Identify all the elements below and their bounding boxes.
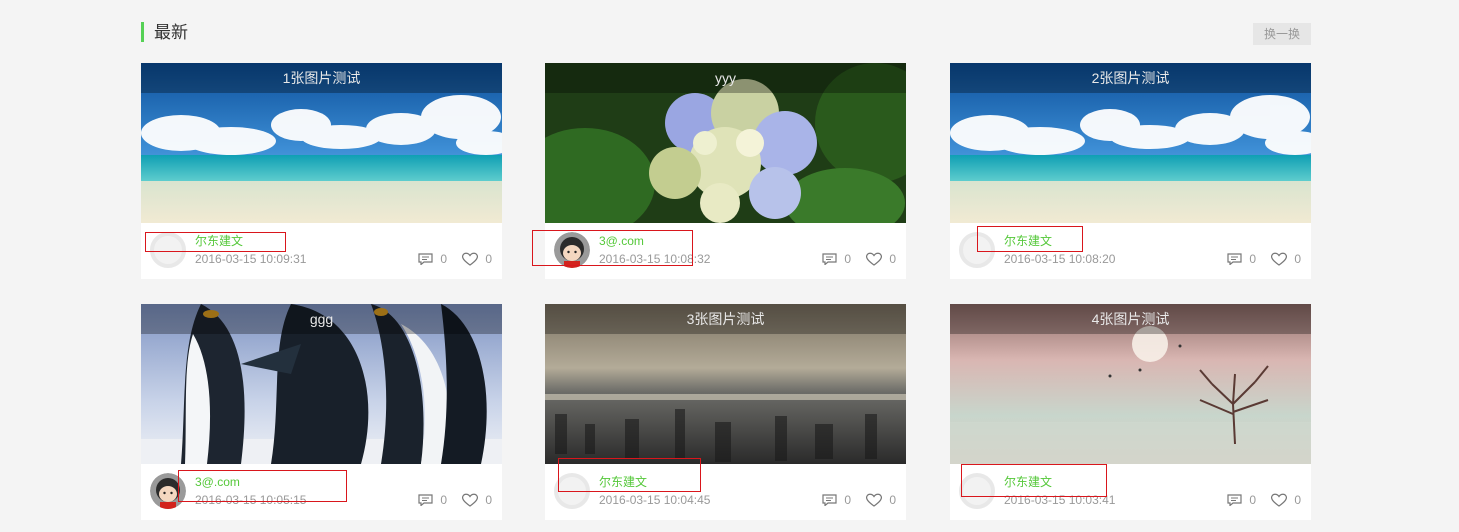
- post-image[interactable]: 1张图片测试: [141, 63, 502, 223]
- like-count[interactable]: 0: [462, 252, 492, 266]
- like-count-value: 0: [889, 493, 896, 507]
- post-card[interactable]: 3张图片测试 尔东建文 2016-03-15 10:04:45 0 0: [545, 304, 906, 520]
- heart-icon: [1271, 252, 1288, 266]
- like-count[interactable]: 0: [866, 252, 896, 266]
- post-card[interactable]: ggg 3@.com 2016-03-15 10:05:15 0 0: [141, 304, 502, 520]
- comment-count[interactable]: 0: [418, 493, 447, 507]
- heart-icon: [866, 493, 883, 507]
- author-name[interactable]: 尔东建文: [1004, 475, 1052, 489]
- heart-icon: [1271, 493, 1288, 507]
- comment-count[interactable]: 0: [1227, 252, 1256, 266]
- section-title: 最新: [154, 23, 188, 42]
- post-time: 2016-03-15 10:08:20: [1004, 252, 1116, 266]
- post-card[interactable]: 2张图片测试 尔东建文 2016-03-15 10:08:20 0 0: [950, 63, 1311, 279]
- post-image[interactable]: 2张图片测试: [950, 63, 1311, 223]
- post-time: 2016-03-15 10:08:32: [599, 252, 711, 266]
- like-count-value: 0: [889, 252, 896, 266]
- swap-button[interactable]: 换一换: [1253, 23, 1311, 45]
- comment-icon: [822, 253, 837, 265]
- avatar[interactable]: [554, 232, 590, 268]
- comment-count-value: 0: [440, 252, 447, 266]
- post-title[interactable]: 3张图片测试: [545, 304, 906, 334]
- post-card[interactable]: 1张图片测试 尔东建文 2016-03-15 10:09:31 0 0: [141, 63, 502, 279]
- comment-icon: [418, 494, 433, 506]
- comment-count-value: 0: [440, 493, 447, 507]
- section-accent-bar: [141, 22, 144, 42]
- like-count-value: 0: [1294, 493, 1301, 507]
- author-name[interactable]: 3@.com: [195, 475, 240, 489]
- like-count-value: 0: [485, 493, 492, 507]
- post-image[interactable]: yyy: [545, 63, 906, 223]
- heart-icon: [866, 252, 883, 266]
- like-count[interactable]: 0: [1271, 252, 1301, 266]
- author-name[interactable]: 尔东建文: [599, 475, 647, 489]
- like-count-value: 0: [485, 252, 492, 266]
- heart-icon: [462, 493, 479, 507]
- post-time: 2016-03-15 10:04:45: [599, 493, 711, 507]
- avatar[interactable]: [150, 232, 186, 268]
- post-title[interactable]: 2张图片测试: [950, 63, 1311, 93]
- heart-icon: [462, 252, 479, 266]
- comment-count[interactable]: 0: [1227, 493, 1256, 507]
- avatar[interactable]: [959, 473, 995, 509]
- post-title[interactable]: yyy: [545, 63, 906, 93]
- avatar[interactable]: [554, 473, 590, 509]
- comment-count-value: 0: [1249, 493, 1256, 507]
- post-time: 2016-03-15 10:09:31: [195, 252, 307, 266]
- comment-icon: [1227, 494, 1242, 506]
- avatar[interactable]: [959, 232, 995, 268]
- post-image[interactable]: 3张图片测试: [545, 304, 906, 464]
- comment-count-value: 0: [1249, 252, 1256, 266]
- comment-icon: [1227, 253, 1242, 265]
- post-time: 2016-03-15 10:05:15: [195, 493, 307, 507]
- comment-icon: [822, 494, 837, 506]
- author-name[interactable]: 3@.com: [599, 234, 644, 248]
- comment-count[interactable]: 0: [822, 493, 851, 507]
- author-name[interactable]: 尔东建文: [1004, 234, 1052, 248]
- section-header: 最新 换一换: [141, 22, 1311, 45]
- like-count-value: 0: [1294, 252, 1301, 266]
- comment-icon: [418, 253, 433, 265]
- author-name[interactable]: 尔东建文: [195, 234, 243, 248]
- post-title[interactable]: ggg: [141, 304, 502, 334]
- post-image[interactable]: 4张图片测试: [950, 304, 1311, 464]
- post-title[interactable]: 1张图片测试: [141, 63, 502, 93]
- post-image[interactable]: ggg: [141, 304, 502, 464]
- post-card[interactable]: 4张图片测试 尔东建文 2016-03-15 10:03:41 0 0: [950, 304, 1311, 520]
- comment-count[interactable]: 0: [418, 252, 447, 266]
- post-title[interactable]: 4张图片测试: [950, 304, 1311, 334]
- comment-count-value: 0: [844, 493, 851, 507]
- post-card[interactable]: yyy 3@.com 2016-03-15 10:08:32 0 0: [545, 63, 906, 279]
- like-count[interactable]: 0: [866, 493, 896, 507]
- comment-count-value: 0: [844, 252, 851, 266]
- post-time: 2016-03-15 10:03:41: [1004, 493, 1116, 507]
- like-count[interactable]: 0: [462, 493, 492, 507]
- avatar[interactable]: [150, 473, 186, 509]
- comment-count[interactable]: 0: [822, 252, 851, 266]
- like-count[interactable]: 0: [1271, 493, 1301, 507]
